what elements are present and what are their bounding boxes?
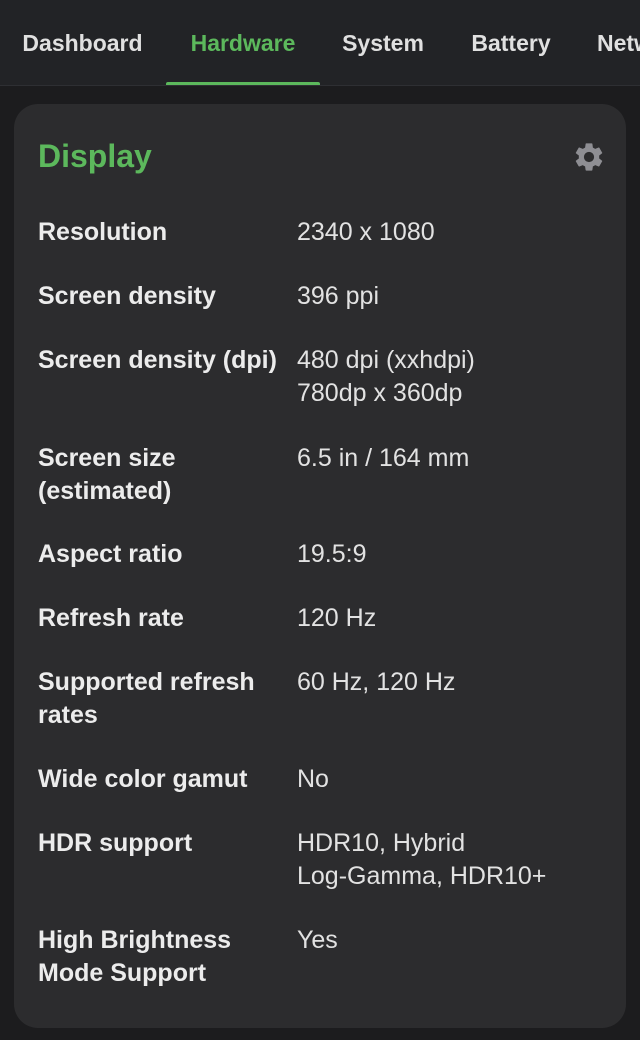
- tab-network[interactable]: Netw: [588, 0, 640, 85]
- tab-bar: Dashboard Hardware System Battery Netw: [0, 0, 640, 86]
- gear-icon[interactable]: [572, 140, 606, 174]
- row-value: Yes: [297, 926, 338, 954]
- row-value: 120 Hz: [297, 604, 377, 632]
- row-label: High Brightness Mode Support: [38, 926, 232, 987]
- tab-hardware[interactable]: Hardware: [166, 0, 320, 85]
- tab-label: Battery: [471, 29, 551, 56]
- row-value: 6.5 in / 164 mm: [297, 444, 470, 472]
- row-value: 19.5:9: [297, 540, 367, 568]
- row-label: HDR support: [38, 829, 193, 857]
- row-label: Screen density (dpi): [38, 346, 277, 374]
- row-value: HDR10, Hybrid Log-Gamma, HDR10+: [297, 829, 547, 890]
- row-value: 480 dpi (xxhdpi) 780dp x 360dp: [297, 346, 475, 407]
- tab-label: Dashboard: [22, 29, 143, 56]
- tab-label: Hardware: [190, 29, 296, 56]
- row-value: 396 ppi: [297, 282, 380, 310]
- tab-system[interactable]: System: [332, 0, 434, 85]
- row-label: Resolution: [38, 218, 168, 246]
- active-tab-indicator: [166, 82, 320, 85]
- row-value: 60 Hz, 120 Hz: [297, 668, 456, 696]
- row-label: Screen size (estimated): [38, 444, 176, 505]
- row-label: Refresh rate: [38, 604, 184, 632]
- tab-dashboard[interactable]: Dashboard: [10, 0, 155, 85]
- row-label: Screen density: [38, 282, 216, 310]
- display-card: Display Resolution 2340 x 1080 Screen de…: [14, 104, 626, 1028]
- row-value: No: [297, 765, 329, 793]
- row-label: Supported refresh rates: [38, 668, 255, 729]
- tab-battery[interactable]: Battery: [458, 0, 564, 85]
- tab-label: Netw: [597, 29, 640, 56]
- row-label: Aspect ratio: [38, 540, 183, 568]
- row-value: 2340 x 1080: [297, 218, 435, 246]
- card-title: Display: [38, 138, 152, 174]
- tab-label: System: [342, 29, 424, 56]
- row-label: Wide color gamut: [38, 765, 248, 793]
